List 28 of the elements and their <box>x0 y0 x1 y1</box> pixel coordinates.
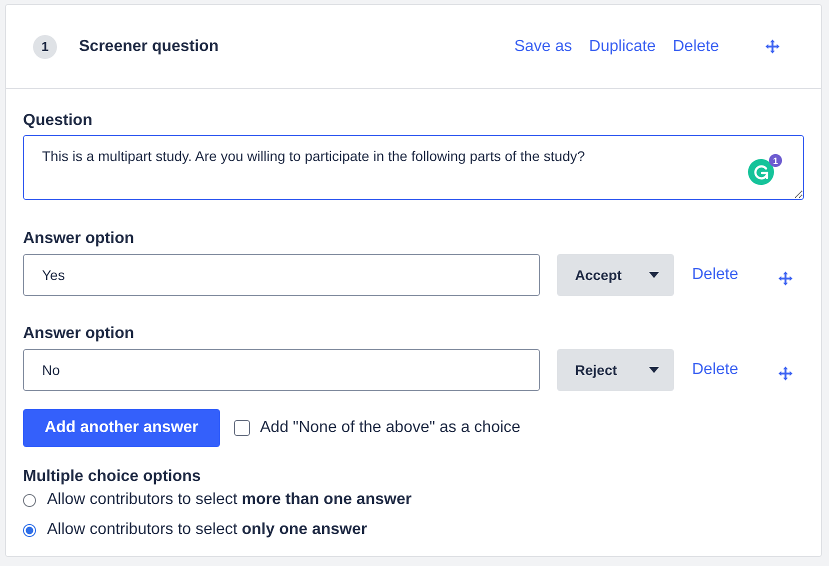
field-label: Answer option <box>23 229 136 249</box>
assistant-icon[interactable] <box>748 159 774 185</box>
field-label: Answer option <box>23 324 136 344</box>
caret-icon <box>649 272 659 278</box>
move-icon[interactable] <box>778 366 794 380</box>
status-dropdown[interactable]: Reject <box>557 349 674 391</box>
move-icon[interactable] <box>765 39 780 54</box>
radio-button[interactable] <box>23 494 36 506</box>
answer-field[interactable]: No <box>23 349 540 391</box>
section-label: Multiple choice options <box>23 467 202 487</box>
checkbox-label: Add "None of the above" as a choice <box>260 419 520 437</box>
radio-label: Allow contributors to select more than one answer <box>47 491 412 509</box>
action-link[interactable]: Save as <box>514 38 572 56</box>
action-link[interactable]: Delete <box>672 38 719 56</box>
delete-link[interactable]: Delete <box>692 361 738 379</box>
question-number: 1 <box>33 34 57 58</box>
question-title: Screener question <box>79 38 220 56</box>
add-answer-button[interactable]: Add another answer <box>23 409 220 447</box>
answer-field[interactable]: Yes <box>23 254 540 296</box>
radio-label: Allow contributors to select only one answer <box>47 521 368 539</box>
caret-icon <box>649 367 659 373</box>
status-dropdown[interactable]: Accept <box>557 254 674 296</box>
field-label: Question <box>23 111 94 131</box>
radio-button[interactable] <box>23 524 36 536</box>
move-icon[interactable] <box>778 270 794 286</box>
action-link[interactable]: Duplicate <box>589 38 656 56</box>
delete-link[interactable]: Delete <box>692 266 738 284</box>
checkbox[interactable] <box>234 420 250 436</box>
